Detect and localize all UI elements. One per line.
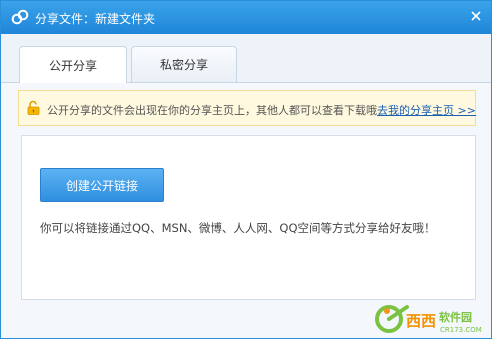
my-share-homepage-link[interactable]: 去我的分享主页 >> <box>377 102 476 118</box>
app-logo-icon <box>11 9 29 25</box>
window-title: 分享文件：新建文件夹 <box>35 12 156 26</box>
notice-bar: 公开分享的文件会出现在你的分享主页上，其他人都可以查看下载哦 去我的分享主页 >… <box>18 90 476 126</box>
svg-text:CR173.COM: CR173.COM <box>440 326 482 334</box>
title-bar[interactable]: 分享文件：新建文件夹 <box>1 1 491 34</box>
share-panel: 创建公开链接 你可以将链接通过QQ、MSN、微博、人人网、QQ空间等方式分享给好… <box>21 135 476 300</box>
tab-public-share[interactable]: 公开分享 <box>19 46 127 83</box>
tab-private-share[interactable]: 私密分享 <box>131 46 237 82</box>
svg-text:软件园: 软件园 <box>439 310 472 324</box>
create-public-link-button[interactable]: 创建公开链接 <box>40 168 164 202</box>
svg-text:西西: 西西 <box>406 312 436 330</box>
notice-text: 公开分享的文件会出现在你的分享主页上，其他人都可以查看下载哦 <box>47 104 377 117</box>
share-info-text: 你可以将链接通过QQ、MSN、微博、人人网、QQ空间等方式分享给好友哦！ <box>40 221 436 235</box>
watermark-logo: 西西 软件园 CR173.COM <box>375 305 482 334</box>
close-icon[interactable] <box>469 9 483 23</box>
share-dialog: 分享文件：新建文件夹 公开分享 私密分享 公开分享的文件会出现在你的分享主页上，… <box>0 0 492 339</box>
tab-bar: 公开分享 私密分享 <box>1 34 491 83</box>
unlock-icon <box>27 100 40 115</box>
